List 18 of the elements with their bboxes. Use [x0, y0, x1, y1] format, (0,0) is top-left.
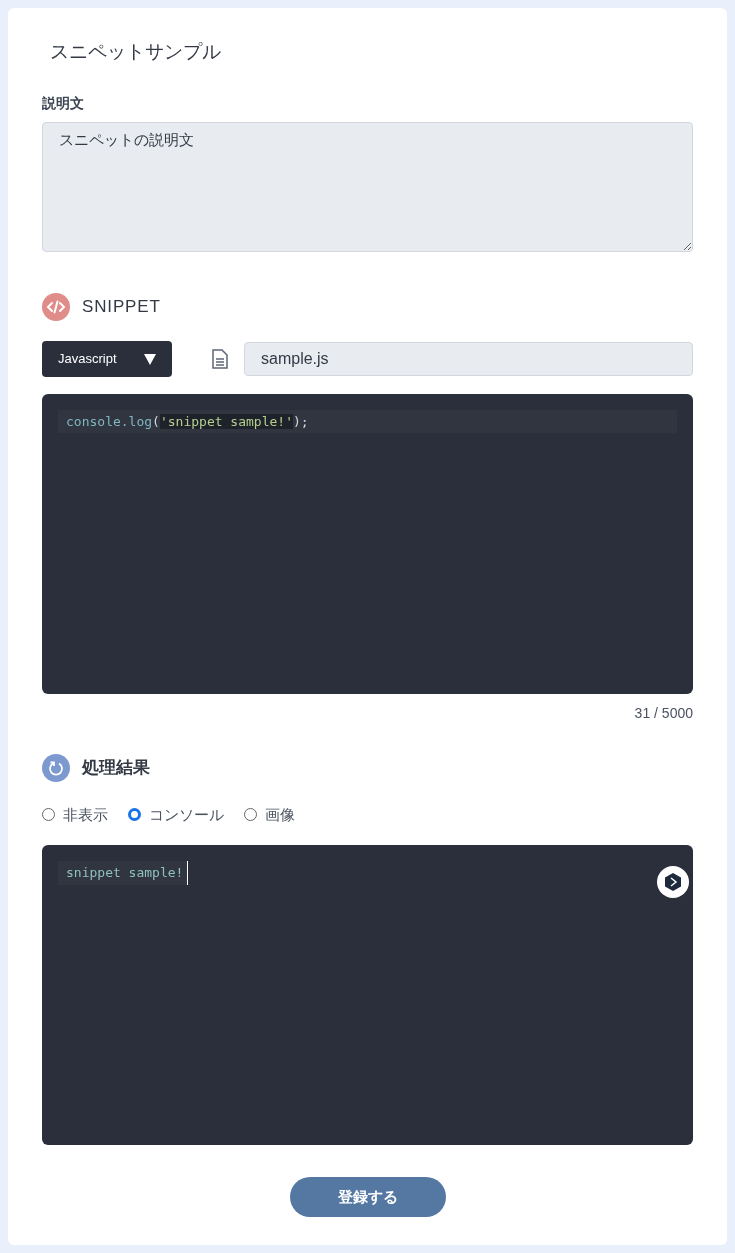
language-select[interactable]: Javascript	[42, 340, 172, 377]
code-editor[interactable]: console.log('snippet sample!');	[42, 393, 693, 694]
section-heading: SNIPPET	[82, 295, 161, 318]
code-icon	[42, 292, 70, 321]
refresh-icon	[42, 753, 70, 782]
run-icon[interactable]	[657, 866, 689, 898]
output-radio[interactable]: コンソール	[128, 803, 224, 826]
character-counter: 31 / 5000	[633, 703, 693, 723]
output-radio[interactable]: 非表示	[42, 803, 108, 826]
section-heading: 処理結果	[82, 756, 150, 779]
field-label: 説明文	[42, 93, 85, 113]
page-title: スニペットサンプル	[50, 40, 222, 64]
file-icon	[212, 348, 228, 369]
description-field[interactable]: スニペットの説明文	[42, 121, 693, 252]
caret-icon	[144, 352, 156, 365]
output-radio[interactable]: 画像	[244, 803, 295, 826]
filename-field[interactable]: sample.js	[244, 341, 693, 376]
register-button[interactable]: 登録する	[289, 1177, 446, 1217]
